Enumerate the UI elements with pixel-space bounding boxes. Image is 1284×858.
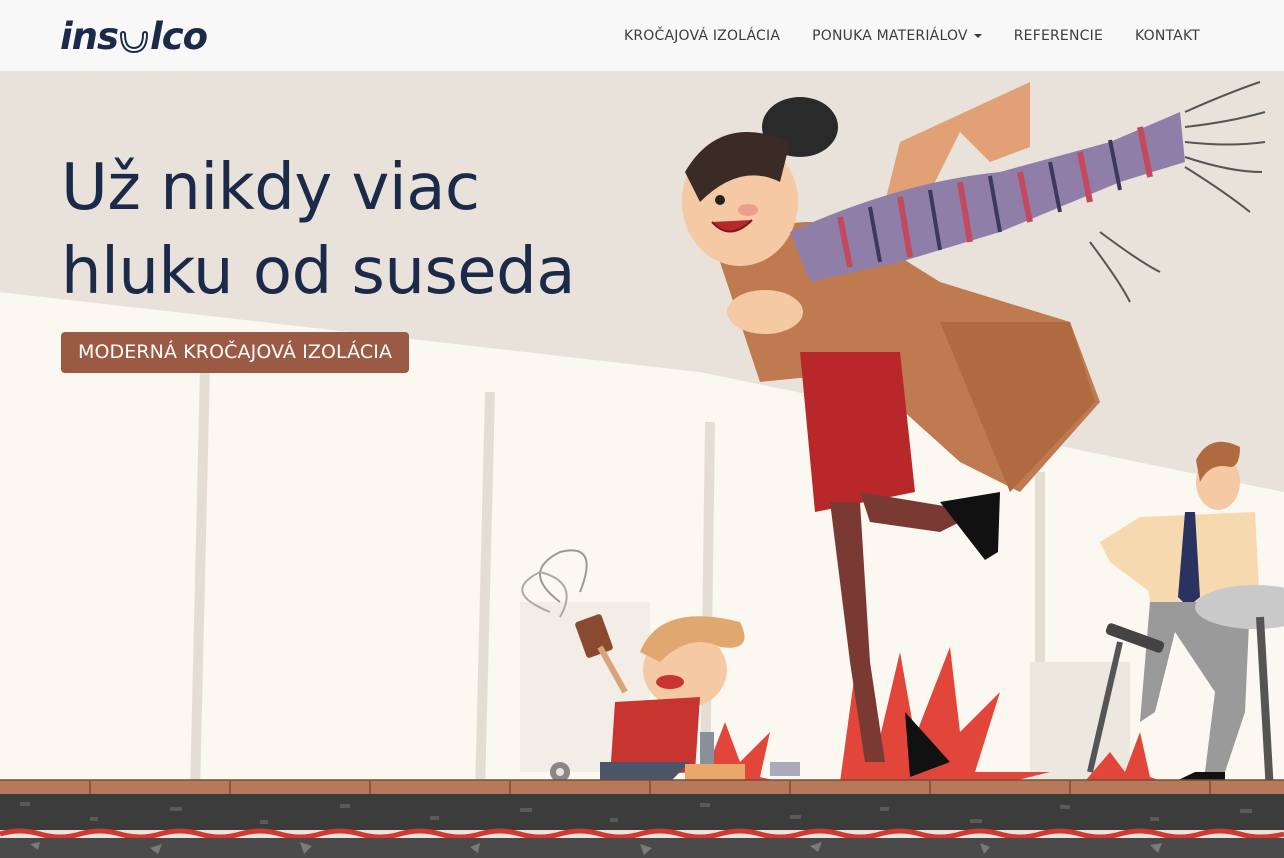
logo-text-left: ins xyxy=(60,14,119,58)
hero-text: Už nikdy viac hluku od suseda MODERNÁ KR… xyxy=(61,146,621,373)
navbar: ins lco KROČAJOVÁ IZOLÁCIA PONUKA MATERI… xyxy=(0,0,1284,72)
logo-magnet-icon xyxy=(119,22,149,56)
nav-item-krocajova-izolacia[interactable]: KROČAJOVÁ IZOLÁCIA xyxy=(608,0,796,72)
nav-item-kontakt[interactable]: KONTAKT xyxy=(1119,0,1216,72)
logo-text-right: lco xyxy=(150,14,208,58)
nav-item-ponuka-materialov[interactable]: PONUKA MATERIÁLOV xyxy=(796,0,998,72)
caret-down-icon xyxy=(973,34,982,38)
logo[interactable]: ins lco xyxy=(60,14,208,58)
cta-button[interactable]: MODERNÁ KROČAJOVÁ IZOLÁCIA xyxy=(61,332,410,373)
hero-headline: Už nikdy viac hluku od suseda xyxy=(61,146,621,314)
main-nav: KROČAJOVÁ IZOLÁCIA PONUKA MATERIÁLOV REF… xyxy=(608,0,1216,72)
nav-item-referencie[interactable]: REFERENCIE xyxy=(998,0,1119,72)
hero-section: Už nikdy viac hluku od suseda MODERNÁ KR… xyxy=(0,72,1284,858)
headline-line-1: Už nikdy viac xyxy=(61,151,480,225)
headline-line-2: hluku od suseda xyxy=(61,235,576,309)
